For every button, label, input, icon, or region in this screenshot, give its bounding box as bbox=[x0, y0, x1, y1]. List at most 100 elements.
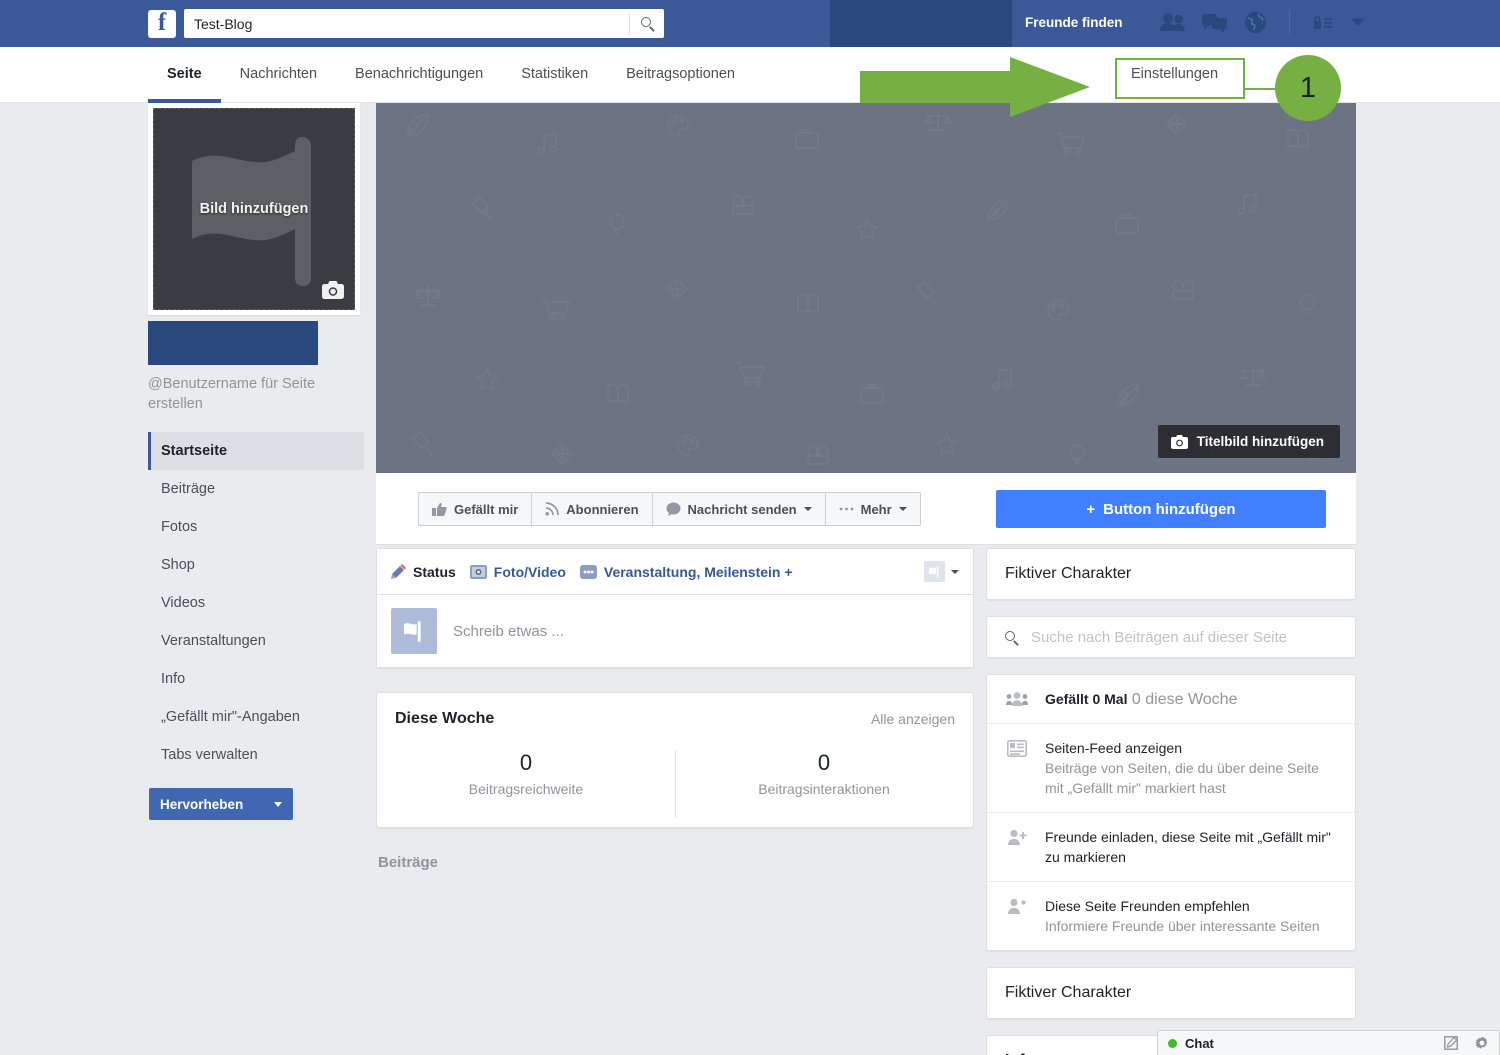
tab-seite[interactable]: Seite bbox=[148, 47, 221, 103]
page-post-search-placeholder: Suche nach Beiträgen auf dieser Seite bbox=[1031, 628, 1288, 646]
facebook-page-screenshot: f Freunde finden bbox=[0, 0, 1500, 1055]
cover-pattern-icons bbox=[407, 109, 1329, 465]
stat-post-engagement: 0 Beitragsinteraktionen bbox=[675, 750, 973, 818]
center-column: Status Foto/Video Veranstaltung, Meilens… bbox=[376, 548, 974, 871]
composer-tab-row: Status Foto/Video Veranstaltung, Meilens… bbox=[377, 549, 973, 595]
stat-post-reach: 0 Beitragsreichweite bbox=[377, 750, 675, 797]
search-submit-button[interactable] bbox=[630, 10, 664, 37]
photo-video-icon bbox=[469, 565, 487, 579]
follow-button-label: Abonnieren bbox=[566, 501, 639, 517]
add-profile-picture[interactable]: Bild hinzufügen bbox=[153, 108, 355, 310]
chat-sidebar-bar[interactable]: Chat bbox=[1157, 1030, 1500, 1055]
sidebar-item-info[interactable]: Info bbox=[148, 660, 364, 698]
follow-button[interactable]: Abonnieren bbox=[531, 492, 652, 526]
composer-tab-status-label: Status bbox=[413, 563, 456, 580]
sidebar-item-startseite[interactable]: Startseite bbox=[148, 432, 364, 470]
send-message-label: Nachricht senden bbox=[687, 501, 797, 517]
account-chevron-icon[interactable] bbox=[1350, 17, 1366, 27]
this-week-stats: 0 Beitragsreichweite 0 Beitragsinterakti… bbox=[377, 728, 973, 827]
see-all-insights-link[interactable]: Alle anzeigen bbox=[871, 711, 955, 727]
page-name-label-2: Fiktiver Charakter bbox=[1005, 984, 1132, 1001]
tab-benachrichtigungen[interactable]: Benachrichtigungen bbox=[336, 47, 502, 103]
this-week-insights-card: Diese Woche Alle anzeigen 0 Beitragsreic… bbox=[376, 692, 974, 828]
list-item-recommend-page[interactable]: Diese Seite Freunden empfehlen Informier… bbox=[987, 882, 1355, 950]
messages-icon[interactable] bbox=[1202, 12, 1228, 33]
list-item-likes[interactable]: Gefällt 0 Mal 0 diese Woche bbox=[987, 675, 1355, 724]
composer-placeholder[interactable]: Schreib etwas ... bbox=[453, 623, 564, 640]
right-sidebar: Fiktiver Charakter Suche nach Beiträgen … bbox=[986, 548, 1356, 1055]
find-friends-link[interactable]: Freunde finden bbox=[1025, 15, 1123, 30]
more-options-icon bbox=[579, 565, 597, 579]
list-item-page-feed[interactable]: Seiten-Feed anzeigen Beiträge von Seiten… bbox=[987, 724, 1355, 813]
page-tab-bar: Seite Nachrichten Benachrichtigungen Sta… bbox=[0, 47, 1500, 103]
add-cover-photo-label: Titelbild hinzufügen bbox=[1196, 434, 1324, 449]
page-suggestions-card: Gefällt 0 Mal 0 diese Woche Seiten-Feed … bbox=[986, 674, 1356, 951]
camera-icon[interactable] bbox=[322, 281, 344, 299]
list-item-likes-text: Gefällt 0 Mal 0 diese Woche bbox=[1045, 689, 1237, 709]
sidebar-item-tabs-verwalten[interactable]: Tabs verwalten bbox=[148, 736, 364, 774]
sidebar-item-shop[interactable]: Shop bbox=[148, 546, 364, 584]
chevron-down-icon bbox=[274, 801, 282, 807]
thumbs-up-icon bbox=[432, 503, 447, 516]
tab-nachrichten[interactable]: Nachrichten bbox=[221, 47, 336, 103]
globe-notifications-icon[interactable] bbox=[1244, 11, 1267, 34]
list-item-page-feed-text: Seiten-Feed anzeigen Beiträge von Seiten… bbox=[1045, 738, 1337, 798]
sidebar-item-gefaellt-mir-angaben[interactable]: „Gefällt mir"-Angaben bbox=[148, 698, 364, 736]
people-icon bbox=[1005, 689, 1029, 707]
invite-friends-title: Freunde einladen, diese Seite mit „Gefäl… bbox=[1045, 829, 1331, 865]
more-button[interactable]: Mehr bbox=[824, 492, 921, 526]
composer-tab-status[interactable]: Status bbox=[391, 564, 456, 580]
tab-statistiken[interactable]: Statistiken bbox=[502, 47, 607, 103]
compose-icon[interactable] bbox=[1444, 1036, 1458, 1050]
page-feed-subtitle: Beiträge von Seiten, die du über deine S… bbox=[1045, 760, 1319, 796]
add-cover-photo-button[interactable]: Titelbild hinzufügen bbox=[1157, 425, 1340, 458]
page-post-search[interactable]: Suche nach Beiträgen auf dieser Seite bbox=[986, 616, 1356, 658]
composer-tab-event[interactable]: Veranstaltung, Meilenstein + bbox=[579, 564, 793, 580]
composer-tab-photo-video[interactable]: Foto/Video bbox=[469, 564, 566, 580]
like-button[interactable]: Gefällt mir bbox=[418, 492, 532, 526]
sidebar-item-videos[interactable]: Videos bbox=[148, 584, 364, 622]
sidebar-item-beitraege[interactable]: Beiträge bbox=[148, 470, 364, 508]
ellipsis-icon bbox=[839, 507, 854, 511]
page-name-card: Fiktiver Charakter bbox=[986, 548, 1356, 600]
send-message-button[interactable]: Nachricht senden bbox=[651, 492, 825, 526]
search-input[interactable] bbox=[184, 10, 629, 37]
like-button-label: Gefällt mir bbox=[454, 501, 519, 517]
facebook-logo-icon[interactable]: f bbox=[148, 10, 176, 38]
promote-button[interactable]: Hervorheben bbox=[149, 788, 293, 820]
global-search-bar[interactable] bbox=[184, 9, 664, 38]
page-action-buttons: Gefällt mir Abonnieren Nachricht senden … bbox=[418, 492, 921, 526]
recommend-icon bbox=[1005, 896, 1029, 915]
rss-icon bbox=[545, 502, 560, 516]
search-icon bbox=[1005, 630, 1019, 646]
add-cta-button[interactable]: + Button hinzufügen bbox=[996, 490, 1326, 528]
friend-requests-icon[interactable] bbox=[1160, 12, 1186, 32]
sidebar-item-fotos[interactable]: Fotos bbox=[148, 508, 364, 546]
likes-week-label: 0 diese Woche bbox=[1131, 691, 1238, 708]
page-name-label: Fiktiver Charakter bbox=[1005, 565, 1132, 582]
page-tabs: Seite Nachrichten Benachrichtigungen Sta… bbox=[148, 47, 754, 103]
gear-icon[interactable] bbox=[1475, 1036, 1489, 1050]
page-name-card-2: Fiktiver Charakter bbox=[986, 967, 1356, 1019]
promote-button-label: Hervorheben bbox=[160, 796, 244, 812]
sidebar-item-veranstaltungen[interactable]: Veranstaltungen bbox=[148, 622, 364, 660]
page-content: Titelbild hinzufügen Gefällt mir Abonnie… bbox=[0, 103, 1500, 1055]
header-icon-group bbox=[1160, 10, 1366, 34]
tab-einstellungen[interactable]: Einstellungen bbox=[1117, 66, 1232, 82]
composer-input-row[interactable]: Schreib etwas ... bbox=[377, 595, 973, 667]
this-week-header: Diese Woche Alle anzeigen bbox=[377, 693, 973, 728]
tab-beitragsoptionen[interactable]: Beitragsoptionen bbox=[607, 47, 754, 103]
composer-privacy-selector[interactable] bbox=[924, 561, 959, 582]
cover-photo-placeholder[interactable]: Titelbild hinzufügen bbox=[376, 103, 1356, 473]
message-bubble-icon bbox=[666, 502, 681, 516]
search-icon bbox=[640, 17, 655, 32]
plus-icon: + bbox=[1086, 500, 1096, 518]
left-sidebar: Bild hinzufügen @Benutzername für Seite … bbox=[148, 103, 364, 820]
privacy-lock-icon[interactable] bbox=[1312, 13, 1334, 31]
chevron-down-icon bbox=[951, 569, 959, 574]
top-navigation-bar: f Freunde finden bbox=[0, 0, 1500, 47]
create-username-link[interactable]: @Benutzername für Seite erstellen bbox=[148, 374, 348, 414]
list-item-invite-friends[interactable]: Freunde einladen, diese Seite mit „Gefäl… bbox=[987, 813, 1355, 882]
this-week-title: Diese Woche bbox=[395, 710, 495, 727]
active-page-tab-highlight bbox=[830, 0, 1012, 47]
